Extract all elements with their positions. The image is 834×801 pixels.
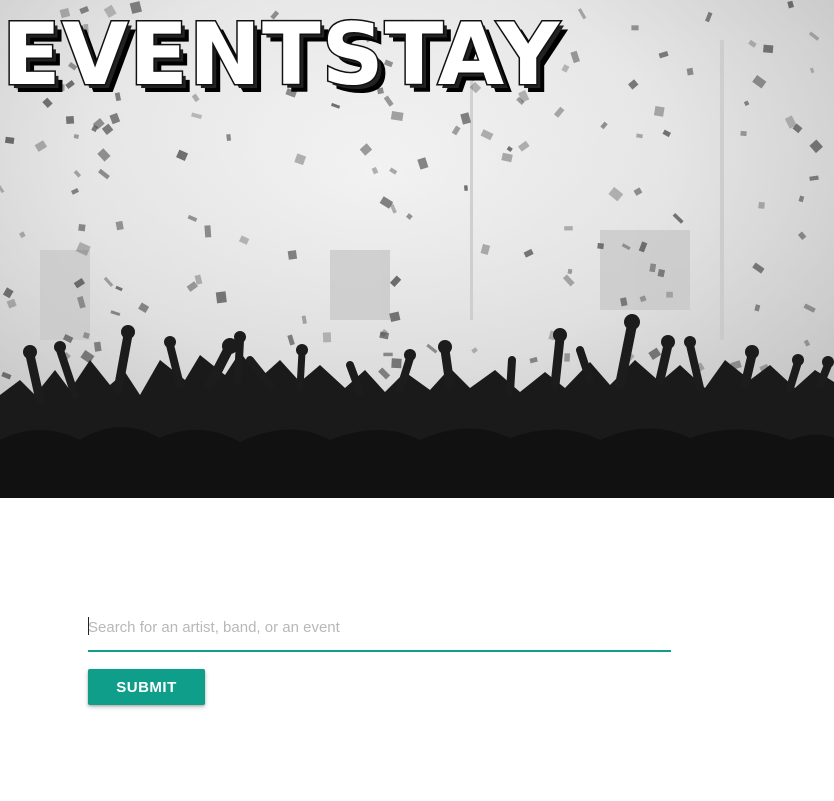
- search-input[interactable]: [88, 608, 671, 646]
- submit-button[interactable]: SUBMIT: [88, 669, 205, 705]
- search-field[interactable]: [88, 608, 671, 652]
- hero-banner: EVENTSTAY EVENTSTAY EVENTSTAY: [0, 0, 834, 498]
- eventstay-logo: EVENTSTAY EVENTSTAY EVENTSTAY: [1, 4, 568, 101]
- logo-text: EVENTSTAY: [2, 5, 561, 100]
- text-cursor: [88, 617, 89, 635]
